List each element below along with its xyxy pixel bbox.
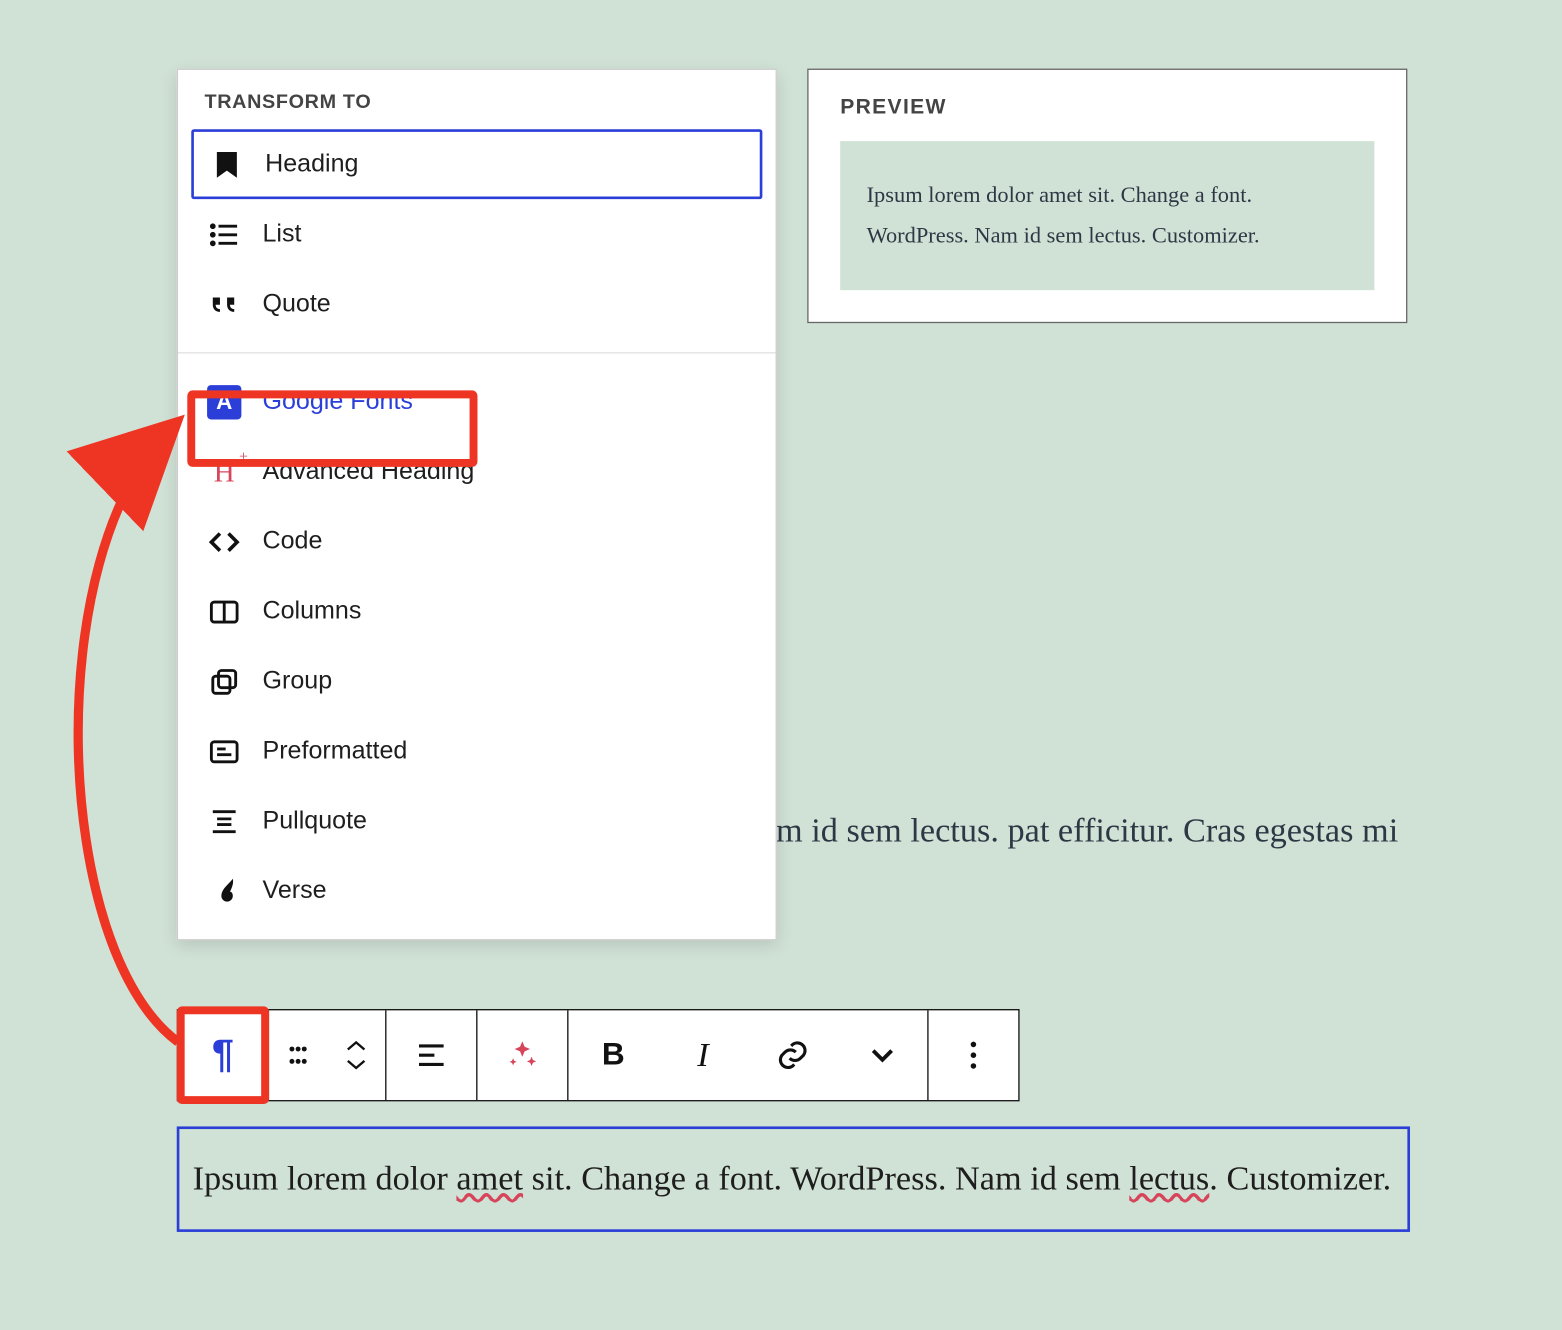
selected-paragraph-block[interactable]: Ipsum lorem dolor amet sit. Change a fon… — [177, 1126, 1410, 1232]
menu-item-google-fonts[interactable]: A Google Fonts — [191, 367, 762, 437]
menu-item-verse[interactable]: Verse — [191, 856, 762, 926]
menu-item-list[interactable]: List — [191, 199, 762, 269]
verse-icon — [207, 874, 241, 908]
block-text: sit. Change a font. WordPress. Nam id se… — [523, 1159, 1129, 1197]
preview-title: PREVIEW — [840, 96, 1374, 120]
menu-item-heading[interactable]: Heading — [191, 129, 762, 199]
popover-title: TRANSFORM TO — [178, 70, 776, 129]
menu-item-group[interactable]: Group — [191, 646, 762, 716]
ai-sparkle-button[interactable] — [477, 1010, 567, 1100]
menu-item-label: Advanced Heading — [262, 457, 746, 486]
preview-panel: PREVIEW Ipsum lorem dolor amet sit. Chan… — [807, 69, 1407, 324]
group-icon — [207, 664, 241, 698]
more-options-button[interactable] — [929, 1010, 1019, 1100]
menu-item-label: Quote — [262, 290, 746, 319]
menu-item-label: Google Fonts — [262, 387, 746, 416]
preview-body: Ipsum lorem dolor amet sit. Change a fon… — [840, 141, 1374, 290]
block-type-button[interactable]: ¶ — [178, 1010, 268, 1100]
menu-item-columns[interactable]: Columns — [191, 576, 762, 646]
menu-item-code[interactable]: Code — [191, 506, 762, 576]
drag-handle-button[interactable] — [269, 1010, 327, 1100]
menu-item-label: Columns — [262, 597, 746, 626]
align-button[interactable] — [386, 1010, 476, 1100]
transform-to-popover: TRANSFORM TO Heading List Quote — [177, 69, 777, 941]
move-up-down-button[interactable] — [327, 1010, 385, 1100]
google-fonts-icon: A — [207, 384, 241, 418]
preformatted-icon — [207, 734, 241, 768]
block-text: . Customizer. — [1209, 1159, 1391, 1197]
list-icon — [207, 217, 241, 251]
menu-item-label: List — [262, 220, 746, 249]
quote-icon — [207, 287, 241, 321]
menu-item-pullquote[interactable]: Pullquote — [191, 786, 762, 856]
pullquote-icon — [207, 804, 241, 838]
bookmark-icon — [210, 147, 244, 181]
menu-item-label: Code — [262, 527, 746, 556]
link-button[interactable] — [748, 1010, 838, 1100]
menu-item-preformatted[interactable]: Preformatted — [191, 716, 762, 786]
popover-section-plugins: A Google Fonts H Advanced Heading Code — [178, 352, 776, 939]
columns-icon — [207, 594, 241, 628]
more-richtext-button[interactable] — [838, 1010, 928, 1100]
menu-item-quote[interactable]: Quote — [191, 269, 762, 339]
spellcheck-word: amet — [456, 1159, 523, 1197]
menu-item-advanced-heading[interactable]: H Advanced Heading — [191, 437, 762, 507]
italic-button[interactable]: I — [658, 1010, 748, 1100]
menu-item-label: Group — [262, 667, 746, 696]
menu-item-label: Pullquote — [262, 807, 746, 836]
menu-item-label: Verse — [262, 876, 746, 905]
menu-item-label: Preformatted — [262, 737, 746, 766]
block-toolbar: ¶ B I — [177, 1009, 1020, 1101]
popover-section-core: Heading List Quote — [178, 129, 776, 352]
spellcheck-word: lectus — [1129, 1159, 1209, 1197]
code-icon — [207, 524, 241, 558]
block-text: Ipsum lorem dolor — [193, 1159, 457, 1197]
advanced-heading-icon: H — [207, 454, 241, 488]
menu-item-label: Heading — [265, 150, 744, 179]
bold-button[interactable]: B — [568, 1010, 658, 1100]
